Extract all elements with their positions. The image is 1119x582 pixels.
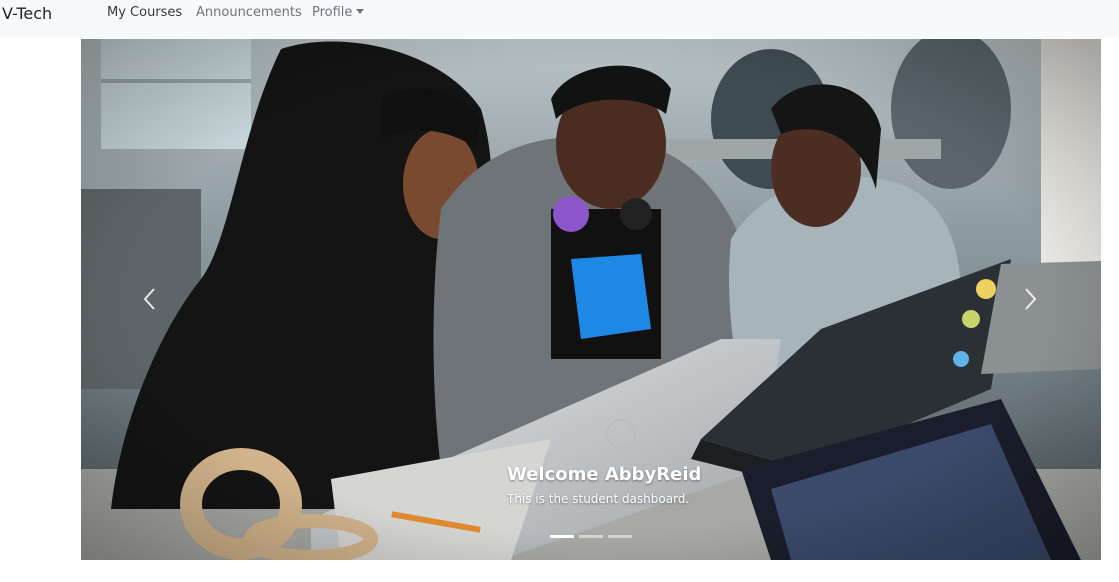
brand-link[interactable]: V-Tech [2,4,52,24]
carousel-next-button[interactable] [1011,279,1051,319]
nav-my-courses[interactable]: My Courses [107,5,182,21]
carousel-indicator[interactable] [608,535,632,538]
hero-carousel: Welcome AbbyReid This is the student das… [81,39,1101,560]
nav-announcements[interactable]: Announcements [196,5,302,21]
carousel-indicators [550,535,632,538]
top-navbar: V-Tech My Courses Announcements Profile [0,0,1119,38]
chevron-left-icon [143,288,155,310]
caret-down-icon [356,9,365,14]
nav-profile-dropdown[interactable]: Profile [312,5,365,21]
carousel-prev-button[interactable] [129,279,169,319]
carousel-indicator[interactable] [579,535,603,538]
carousel-slide-image [81,39,1101,560]
nav-profile-label: Profile [312,5,353,20]
chevron-right-icon [1025,288,1037,310]
carousel-indicator[interactable] [550,535,574,538]
